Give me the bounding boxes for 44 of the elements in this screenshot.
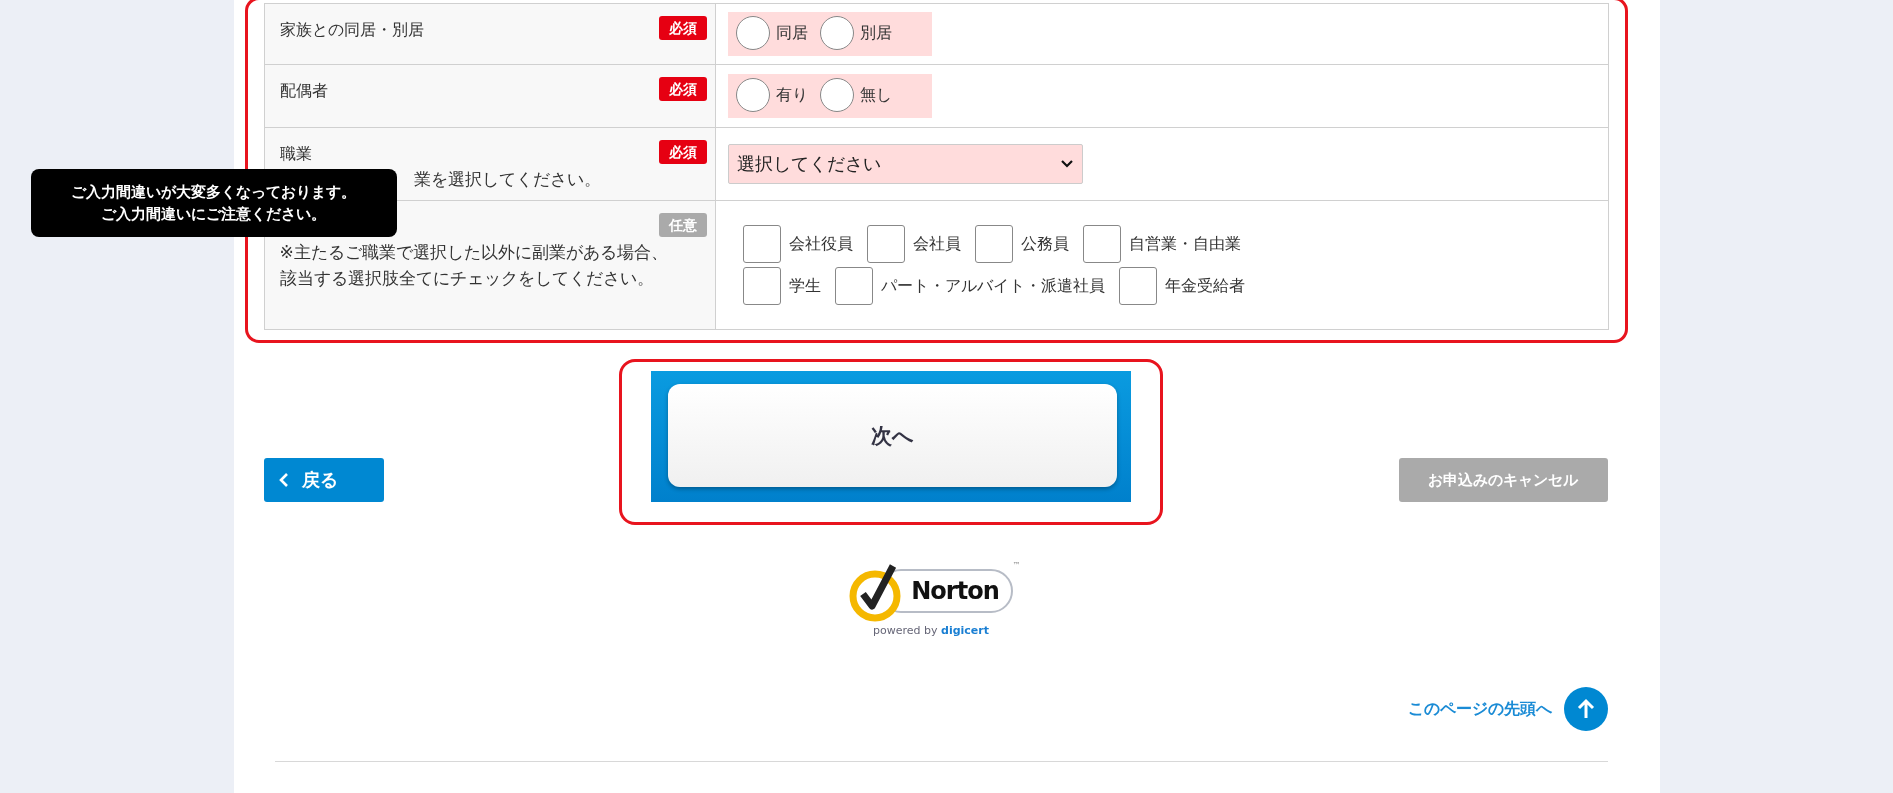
next-button[interactable]: 次へ bbox=[668, 384, 1117, 487]
option-label: 会社役員 bbox=[788, 233, 853, 255]
tooltip-text: ご入力間違いが大変多くなっております。 bbox=[71, 182, 356, 203]
checkbox[interactable] bbox=[866, 225, 905, 263]
required-badge: 必須 bbox=[658, 77, 707, 101]
radio-button[interactable] bbox=[819, 78, 854, 112]
checkbox[interactable] bbox=[834, 267, 873, 305]
required-badge: 必須 bbox=[658, 16, 707, 40]
option-label: 自営業・自由業 bbox=[1128, 233, 1241, 255]
radio-button[interactable] bbox=[735, 78, 770, 112]
option-label: パート・アルバイト・派遣社員 bbox=[880, 275, 1105, 297]
select-field[interactable]: 選択してください bbox=[727, 144, 1083, 184]
chevron-left-icon bbox=[277, 472, 290, 488]
field-label: 家族との同居・別居 bbox=[279, 19, 424, 41]
checkbox[interactable] bbox=[742, 267, 781, 305]
radio-button[interactable] bbox=[819, 16, 854, 50]
seal-name: Norton bbox=[911, 577, 999, 605]
field-label: 配偶者 bbox=[279, 80, 328, 102]
radio-button[interactable] bbox=[735, 16, 770, 50]
option-label: 公務員 bbox=[1020, 233, 1069, 255]
field-note: ※主たるご職業で選択した以外に副業がある場合、該当する選択肢全てにチェックをしてください。 bbox=[279, 241, 669, 290]
option-label: 有り bbox=[775, 84, 808, 106]
tooltip-text: ご入力間違いにご注意ください。 bbox=[100, 204, 327, 225]
page-top-link[interactable]: このページの先頭へ bbox=[1407, 698, 1552, 720]
chevron-down-icon bbox=[1059, 159, 1074, 169]
checkbox[interactable] bbox=[1082, 225, 1121, 263]
option-label: 別居 bbox=[859, 22, 892, 44]
option-label: 学生 bbox=[788, 275, 821, 297]
trademark-sign: ™ bbox=[1012, 561, 1021, 570]
up-arrow-icon bbox=[1575, 698, 1596, 720]
checkbox[interactable] bbox=[974, 225, 1013, 263]
option-label: 会社員 bbox=[912, 233, 961, 255]
option-label: 年金受給者 bbox=[1164, 275, 1245, 297]
option-label: 無し bbox=[859, 84, 892, 106]
back-button[interactable]: 戻る bbox=[263, 458, 384, 502]
required-badge: 必須 bbox=[658, 140, 707, 164]
page-top-button[interactable] bbox=[1563, 687, 1608, 731]
seal-tagline: powered by digicert bbox=[873, 624, 989, 637]
checkbox[interactable] bbox=[1118, 267, 1157, 305]
field-label: 職業 bbox=[279, 143, 312, 165]
field-note: 業を選択してください。 bbox=[413, 168, 602, 191]
optional-badge: 任意 bbox=[658, 213, 707, 237]
option-label: 同居 bbox=[775, 22, 808, 44]
checkbox[interactable] bbox=[742, 225, 781, 263]
